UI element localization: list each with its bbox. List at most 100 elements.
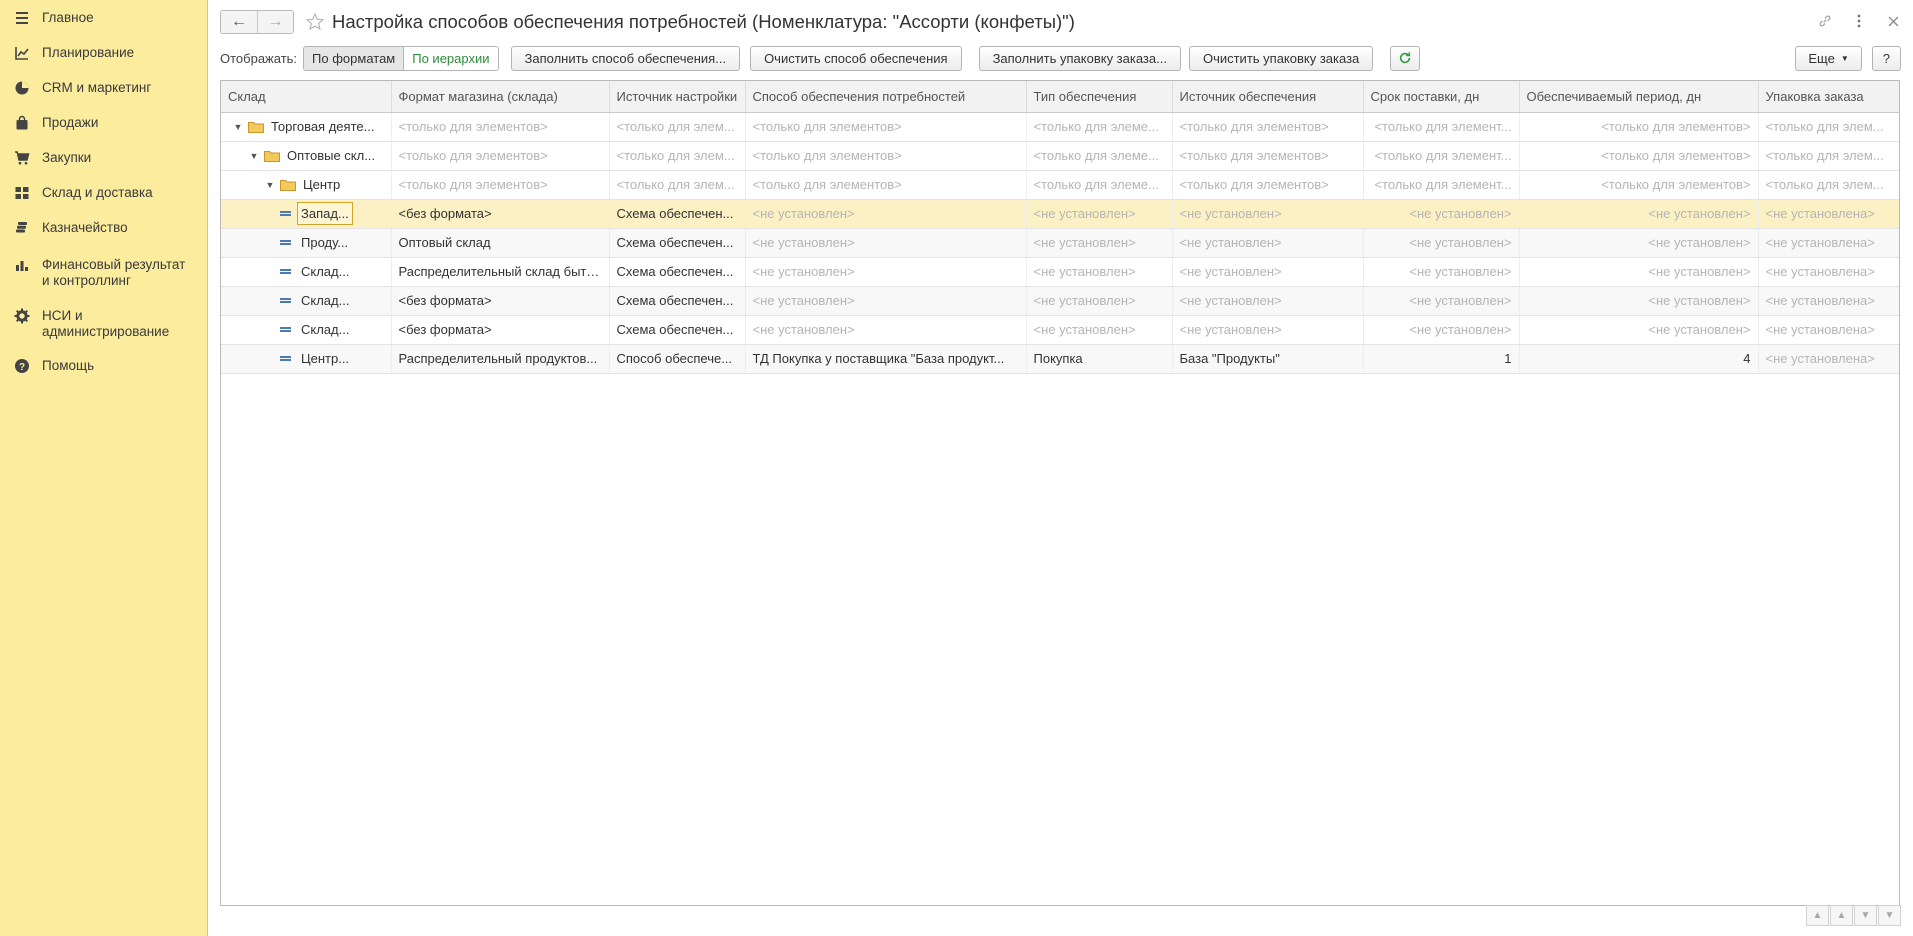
column-header[interactable]: Источник настройки — [609, 81, 746, 113]
sidebar-item[interactable]: Склад и доставка — [0, 185, 205, 201]
table-cell[interactable]: ТД Покупка у поставщика "База продукт... — [745, 344, 1027, 374]
sidebar-item[interactable]: CRM и маркетинг — [0, 80, 205, 96]
table-row[interactable]: Проду... Оптовый склад Схема обеспечен... <… — [221, 228, 1899, 258]
table-cell[interactable]: <только для элементов> — [1172, 170, 1364, 200]
fill-method-button[interactable]: Заполнить способ обеспечения... — [510, 45, 741, 71]
favorite-star-icon[interactable] — [304, 11, 326, 33]
table-cell[interactable]: Схема обеспечен... — [609, 199, 746, 229]
table-cell[interactable]: <не установлен> — [1519, 257, 1759, 287]
by-formats-button[interactable]: По форматам — [304, 46, 405, 70]
table-cell[interactable]: <не установлен> — [1363, 199, 1520, 229]
table-row[interactable]: Центр... Распределительный продуктов... Сп… — [221, 344, 1899, 374]
table-cell[interactable]: <только для элементов> — [391, 112, 610, 142]
table-cell[interactable]: <не установлен> — [1172, 286, 1364, 316]
column-header[interactable]: Упаковка заказа — [1758, 81, 1899, 113]
table-cell[interactable]: <не установлен> — [1363, 315, 1520, 345]
table-row[interactable]: ▼ Торговая деяте... <только для элементов>… — [221, 112, 1899, 142]
sidebar-item[interactable]: Продажи — [0, 115, 205, 131]
table-cell[interactable]: <не установлена> — [1758, 199, 1899, 229]
column-header[interactable]: Срок поставки, дн — [1363, 81, 1520, 113]
sidebar-item[interactable]: ? Помощь — [0, 358, 205, 374]
table-cell[interactable]: Схема обеспечен... — [609, 257, 746, 287]
table-cell[interactable]: Проду... — [221, 228, 392, 258]
table-cell[interactable]: <не установлена> — [1758, 315, 1899, 345]
table-cell[interactable]: <без формата> — [391, 286, 610, 316]
sidebar-item[interactable]: Закупки — [0, 150, 205, 166]
table-cell[interactable]: Схема обеспечен... — [609, 228, 746, 258]
table-cell[interactable]: <только для элем... — [609, 112, 746, 142]
table-cell[interactable]: <не установлен> — [1519, 315, 1759, 345]
table-cell[interactable]: Склад... — [221, 286, 392, 316]
column-header[interactable]: Формат магазина (склада) — [391, 81, 610, 113]
close-icon[interactable] — [1885, 12, 1901, 30]
table-cell[interactable]: <не установлен> — [745, 199, 1027, 229]
table-cell[interactable]: <не установлена> — [1758, 286, 1899, 316]
table-cell[interactable]: ▼ Оптовые скл... — [221, 141, 392, 171]
refresh-button[interactable] — [1390, 45, 1421, 71]
table-cell[interactable]: 4 — [1519, 344, 1759, 374]
table-cell[interactable]: <не установлен> — [1172, 228, 1364, 258]
table-cell[interactable]: Схема обеспечен... — [609, 315, 746, 345]
table-cell[interactable]: Схема обеспечен... — [609, 286, 746, 316]
scroll-bottom-icon[interactable]: ▼ — [1878, 905, 1901, 926]
table-cell[interactable]: <только для элементов> — [1172, 141, 1364, 171]
table-cell[interactable]: <не установлен> — [1519, 228, 1759, 258]
table-cell[interactable]: ▼ Торговая деяте... — [221, 112, 392, 142]
table-cell[interactable]: <не установлен> — [1363, 257, 1520, 287]
column-header[interactable]: Источник обеспечения — [1172, 81, 1364, 113]
table-row[interactable]: Склад... <без формата> Схема обеспечен... <… — [221, 315, 1899, 345]
table-cell[interactable]: <только для элементов> — [391, 141, 610, 171]
table-row[interactable]: ▼ Оптовые скл... <только для элементов> <то… — [221, 141, 1899, 171]
table-cell[interactable]: База "Продукты" — [1172, 344, 1364, 374]
table-cell[interactable]: Распределительный продуктов... — [391, 344, 610, 374]
table-cell[interactable]: <только для элемент... — [1363, 170, 1520, 200]
table-cell[interactable]: 1 — [1363, 344, 1520, 374]
expand-arrow-icon[interactable]: ▼ — [232, 122, 244, 132]
table-cell[interactable]: <не установлен> — [1519, 199, 1759, 229]
table-cell[interactable]: <без формата> — [391, 315, 610, 345]
table-cell[interactable]: <только для элементов> — [745, 141, 1027, 171]
expand-arrow-icon[interactable]: ▼ — [264, 180, 276, 190]
table-cell[interactable]: <не установлен> — [1026, 228, 1173, 258]
more-vert-icon[interactable] — [1851, 12, 1867, 30]
scroll-up-icon[interactable]: ▲ — [1830, 905, 1853, 926]
help-button[interactable]: ? — [1871, 45, 1901, 71]
table-cell[interactable]: Запад... — [221, 199, 392, 229]
table-row[interactable]: Склад... <без формата> Схема обеспечен... <… — [221, 286, 1899, 316]
table-cell[interactable]: <только для элем... — [609, 141, 746, 171]
sidebar-item[interactable]: Финансовый результат и контроллинг — [0, 257, 205, 289]
table-cell[interactable]: <только для элементов> — [745, 112, 1027, 142]
table-cell[interactable]: <не установлен> — [745, 315, 1027, 345]
clear-method-button[interactable]: Очистить способ обеспечения — [750, 45, 962, 71]
table-cell[interactable]: Центр... — [221, 344, 392, 374]
table-cell[interactable]: <только для элементов> — [391, 170, 610, 200]
table-cell[interactable]: <только для элеме... — [1026, 141, 1173, 171]
table-cell[interactable]: <только для элем... — [1758, 141, 1899, 171]
table-cell[interactable]: <не установлен> — [1026, 315, 1173, 345]
scroll-down-icon[interactable]: ▼ — [1854, 905, 1877, 926]
table-row[interactable]: ▼ Центр <только для элементов> <только для … — [221, 170, 1899, 200]
sidebar-item[interactable]: Планирование — [0, 45, 205, 61]
table-cell[interactable]: <только для элемент... — [1363, 141, 1520, 171]
table-cell[interactable]: Способ обеспече... — [609, 344, 746, 374]
table-cell[interactable]: <только для элементов> — [1519, 170, 1759, 200]
table-cell[interactable]: <не установлен> — [745, 257, 1027, 287]
column-header[interactable]: Склад — [221, 81, 392, 113]
table-cell[interactable]: <не установлен> — [1363, 228, 1520, 258]
more-button[interactable]: Еще ▼ — [1795, 45, 1862, 71]
table-cell[interactable]: <только для элеме... — [1026, 112, 1173, 142]
table-row[interactable]: Запад... <без формата> Схема обеспечен... <… — [221, 199, 1899, 229]
table-cell[interactable]: Склад... — [221, 315, 392, 345]
back-button[interactable]: ← — [221, 11, 257, 33]
table-cell[interactable]: <только для элементов> — [745, 170, 1027, 200]
table-cell[interactable]: <не установлен> — [1172, 257, 1364, 287]
column-header[interactable]: Способ обеспечения потребностей — [745, 81, 1027, 113]
table-cell[interactable]: <только для элем... — [1758, 170, 1899, 200]
expand-arrow-icon[interactable]: ▼ — [248, 151, 260, 161]
forward-button[interactable]: → — [257, 11, 293, 33]
clear-package-button[interactable]: Очистить упаковку заказа — [1188, 45, 1374, 71]
table-cell[interactable]: <только для элемент... — [1363, 112, 1520, 142]
table-cell[interactable]: ▼ Центр — [221, 170, 392, 200]
table-cell[interactable]: <не установлен> — [1363, 286, 1520, 316]
table-cell[interactable]: Склад... — [221, 257, 392, 287]
